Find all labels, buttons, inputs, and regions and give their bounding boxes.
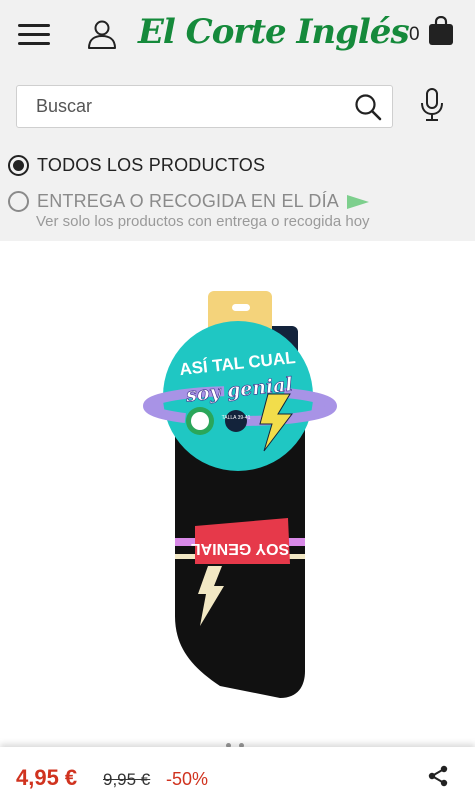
cart-count: 0 <box>409 24 420 45</box>
brand-logo[interactable]: El Corte Inglés <box>138 12 410 52</box>
size-badge: TALLA 39-41 <box>222 415 251 421</box>
filter-all-products-label: TODOS LOS PRODUCTOS <box>37 155 266 175</box>
price-bar: 4,95 € 9,95 € -50% <box>0 747 475 797</box>
user-icon[interactable] <box>86 18 118 50</box>
product-gallery[interactable]: ASÍ TAL CUAL soy genial TALLA 39-41 SOY … <box>0 241 475 748</box>
menu-icon[interactable] <box>18 22 50 48</box>
sock-print-text: SOY GENIAL <box>191 540 290 557</box>
current-price: 4,95 € <box>16 765 78 790</box>
search-icon[interactable] <box>354 93 382 121</box>
filter-delivery-sublabel: Ver solo los productos con entrega o rec… <box>36 213 370 230</box>
share-icon[interactable] <box>427 765 449 787</box>
filter-same-day-delivery[interactable]: ENTREGA O RECOGIDA EN EL DÍA <box>8 191 370 212</box>
search-input[interactable] <box>17 86 347 127</box>
discount-badge: -50% <box>166 769 209 789</box>
search-box <box>16 85 393 128</box>
microphone-icon[interactable] <box>420 88 444 122</box>
radio-unchecked-icon[interactable] <box>8 191 29 212</box>
shopping-bag-icon[interactable] <box>428 16 454 46</box>
radio-checked-icon[interactable] <box>8 155 29 176</box>
flag-icon <box>347 194 370 209</box>
product-image[interactable]: ASÍ TAL CUAL soy genial TALLA 39-41 SOY … <box>140 286 340 706</box>
filter-delivery-label: ENTREGA O RECOGIDA EN EL DÍA <box>37 191 340 211</box>
header: El Corte Inglés 0 <box>0 0 475 70</box>
filter-all-products[interactable]: TODOS LOS PRODUCTOS <box>8 155 265 176</box>
original-price: 9,95 € <box>103 770 151 789</box>
